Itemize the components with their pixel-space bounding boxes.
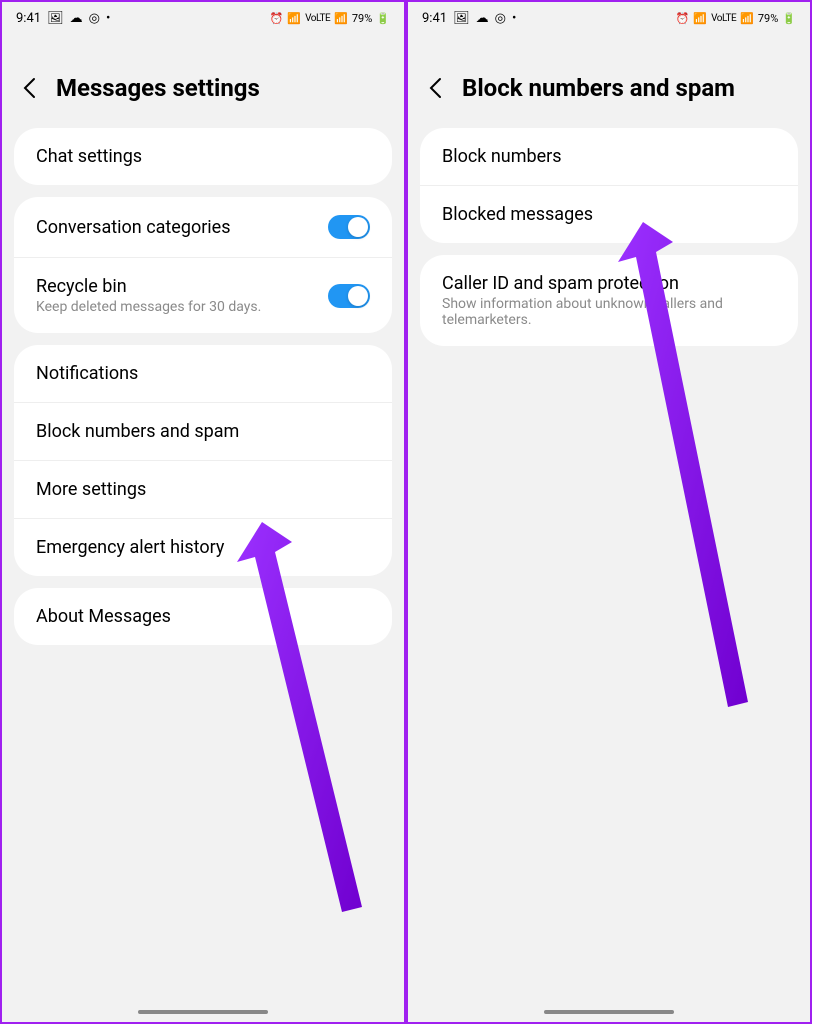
dot-icon: • (512, 11, 516, 26)
chat-settings-row[interactable]: Chat settings (14, 128, 392, 185)
page-title: Messages settings (56, 74, 260, 102)
cloud-icon: ☁ (476, 11, 489, 26)
recycle-bin-label: Recycle bin (36, 276, 328, 297)
status-time: 9:41 (16, 11, 41, 26)
caller-id-subtitle: Show information about unknown callers a… (442, 296, 776, 328)
home-indicator[interactable] (138, 1010, 268, 1014)
left-phone-screen: 9:41 🖼 ☁ ◎ • ⏰ 📶 VoLTE 📶 79% 🔋 Messages … (0, 0, 406, 1024)
page-title: Block numbers and spam (462, 74, 735, 102)
picture-icon: 🖼 (47, 11, 64, 26)
caller-id-row[interactable]: Caller ID and spam protection Show infor… (420, 255, 798, 346)
dot-icon: • (106, 11, 110, 26)
signal-icon: 📶 (334, 12, 348, 25)
alarm-icon: ⏰ (270, 12, 284, 25)
more-settings-row[interactable]: More settings (14, 461, 392, 519)
status-time: 9:41 (422, 11, 447, 26)
status-left: 9:41 🖼 ☁ ◎ • (422, 11, 516, 26)
status-right: ⏰ 📶 VoLTE 📶 79% 🔋 (270, 12, 390, 25)
home-indicator[interactable] (544, 1010, 674, 1014)
status-left: 9:41 🖼 ☁ ◎ • (16, 11, 110, 26)
conversation-categories-label: Conversation categories (36, 217, 328, 238)
status-bar: 9:41 🖼 ☁ ◎ • ⏰ 📶 VoLTE 📶 79% 🔋 (408, 2, 810, 34)
header: Block numbers and spam (408, 34, 810, 128)
block-numbers-spam-label: Block numbers and spam (36, 421, 370, 442)
block-numbers-spam-row[interactable]: Block numbers and spam (14, 403, 392, 461)
card-conversation: Conversation categories Recycle bin Keep… (14, 197, 392, 333)
recycle-bin-toggle[interactable] (328, 284, 370, 308)
back-button[interactable] (424, 77, 446, 99)
about-messages-row[interactable]: About Messages (14, 588, 392, 645)
battery-percent: 79% (352, 12, 372, 25)
card-notifications: Notifications Block numbers and spam Mor… (14, 345, 392, 576)
block-numbers-row[interactable]: Block numbers (420, 128, 798, 186)
card-chat-settings: Chat settings (14, 128, 392, 185)
lte-icon: VoLTE (305, 13, 330, 24)
status-right: ⏰ 📶 VoLTE 📶 79% 🔋 (676, 12, 796, 25)
notifications-label: Notifications (36, 363, 370, 384)
conversation-categories-row[interactable]: Conversation categories (14, 197, 392, 258)
alarm-icon: ⏰ (676, 12, 690, 25)
lte-icon: VoLTE (711, 13, 736, 24)
chevron-left-icon (22, 77, 36, 99)
battery-icon: 🔋 (376, 12, 390, 25)
right-phone-screen: 9:41 🖼 ☁ ◎ • ⏰ 📶 VoLTE 📶 79% 🔋 Block num… (406, 0, 812, 1024)
battery-percent: 79% (758, 12, 778, 25)
about-messages-label: About Messages (36, 606, 370, 627)
emergency-alert-label: Emergency alert history (36, 537, 370, 558)
notifications-row[interactable]: Notifications (14, 345, 392, 403)
instagram-icon: ◎ (495, 11, 506, 26)
blocked-messages-row[interactable]: Blocked messages (420, 186, 798, 243)
blocked-messages-label: Blocked messages (442, 204, 776, 225)
recycle-bin-row[interactable]: Recycle bin Keep deleted messages for 30… (14, 258, 392, 333)
caller-id-label: Caller ID and spam protection (442, 273, 776, 294)
wifi-icon: 📶 (287, 12, 301, 25)
card-about: About Messages (14, 588, 392, 645)
wifi-icon: 📶 (693, 12, 707, 25)
card-callerid: Caller ID and spam protection Show infor… (420, 255, 798, 346)
card-block: Block numbers Blocked messages (420, 128, 798, 243)
picture-icon: 🖼 (453, 11, 470, 26)
instagram-icon: ◎ (89, 11, 100, 26)
recycle-bin-subtitle: Keep deleted messages for 30 days. (36, 299, 328, 315)
signal-icon: 📶 (740, 12, 754, 25)
battery-icon: 🔋 (782, 12, 796, 25)
chevron-left-icon (428, 77, 442, 99)
emergency-alert-row[interactable]: Emergency alert history (14, 519, 392, 576)
conversation-categories-toggle[interactable] (328, 215, 370, 239)
block-numbers-label: Block numbers (442, 146, 776, 167)
cloud-icon: ☁ (70, 11, 83, 26)
header: Messages settings (2, 34, 404, 128)
status-bar: 9:41 🖼 ☁ ◎ • ⏰ 📶 VoLTE 📶 79% 🔋 (2, 2, 404, 34)
back-button[interactable] (18, 77, 40, 99)
more-settings-label: More settings (36, 479, 370, 500)
chat-settings-label: Chat settings (36, 146, 370, 167)
